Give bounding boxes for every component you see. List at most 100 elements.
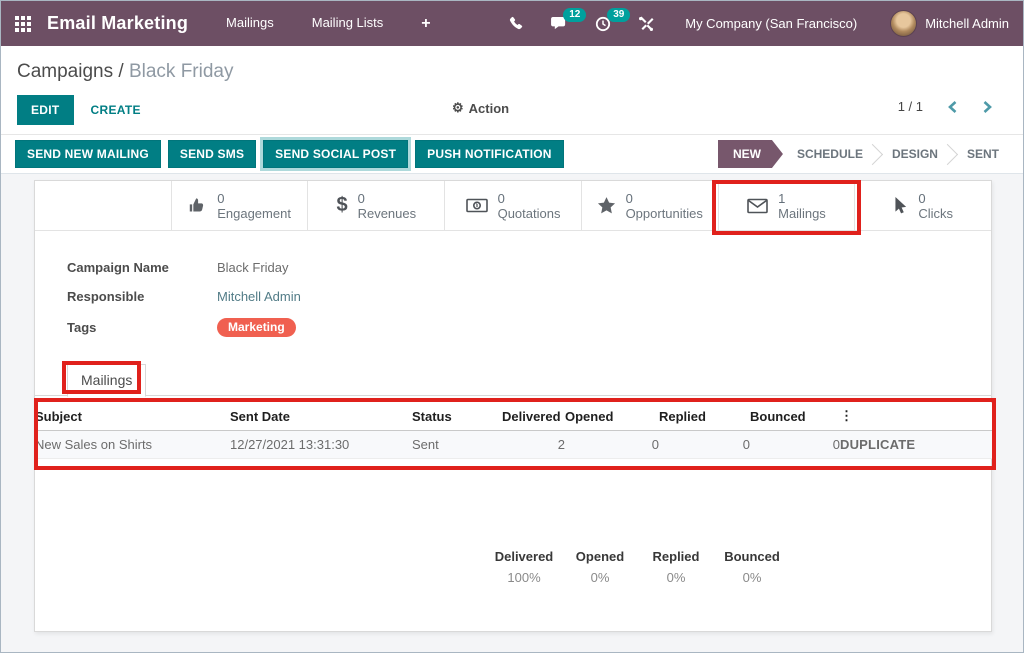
menu-mailings[interactable]: Mailings (226, 15, 274, 33)
stat-revenues[interactable]: $ 0 Revenues (308, 181, 445, 230)
stat-engagement[interactable]: 0 Engagement (172, 181, 309, 230)
notebook-divider (35, 395, 991, 396)
kpi-opened: Opened 0% (567, 549, 633, 585)
stat-label: Engagement (217, 206, 291, 221)
company-switcher[interactable]: My Company (San Francisco) (685, 16, 857, 31)
stat-value: 0 (918, 191, 953, 206)
stat-label: Opportunities (626, 206, 703, 221)
field-label: Responsible (67, 289, 217, 304)
field-responsible: Responsible Mitchell Admin (67, 289, 301, 304)
kpi-delivered: Delivered 100% (491, 549, 557, 585)
responsible-link[interactable]: Mitchell Admin (217, 289, 301, 304)
field-label: Tags (67, 320, 217, 335)
stat-text: 0 Engagement (217, 191, 291, 221)
user-name: Mitchell Admin (925, 16, 1009, 31)
gear-icon: ⚙ (452, 100, 464, 116)
action-menu[interactable]: ⚙ Action (452, 100, 509, 116)
tools-icon[interactable] (638, 16, 654, 32)
envelope-icon (747, 198, 768, 214)
stat-button-row: 0 Engagement $ 0 Revenues 0 (35, 181, 991, 231)
stat-text: 0 Quotations (498, 191, 561, 221)
stat-text: 0 Clicks (918, 191, 953, 221)
kpi-label: Delivered (491, 549, 557, 564)
thumbs-up-icon (188, 196, 207, 215)
stat-clicks[interactable]: 0 Clicks (855, 181, 991, 230)
campaign-name-value: Black Friday (217, 260, 289, 275)
stat-opportunities[interactable]: 0 Opportunities (582, 181, 719, 230)
stat-label: Mailings (778, 206, 826, 221)
col-bounced[interactable]: Bounced (750, 403, 840, 430)
send-sms-button[interactable]: SEND SMS (168, 140, 256, 168)
field-label: Campaign Name (67, 260, 217, 275)
col-subject[interactable]: Subject (35, 403, 230, 430)
apps-grid-icon[interactable] (15, 16, 31, 32)
control-panel: Campaigns / Black Friday EDIT CREATE ⚙ A… (1, 46, 1023, 135)
stage-new[interactable]: NEW (718, 140, 783, 168)
pager-count: 1 / 1 (898, 99, 923, 114)
user-menu[interactable]: Mitchell Admin (890, 10, 1009, 37)
mouse-pointer-icon (893, 197, 908, 215)
send-new-mailing-button[interactable]: SEND NEW MAILING (15, 140, 161, 168)
top-menu: Mailings Mailing Lists + (226, 15, 431, 33)
stage-schedule[interactable]: SCHEDULE (787, 140, 873, 168)
cell-subject: New Sales on Shirts (35, 430, 230, 458)
stat-empty[interactable] (35, 181, 172, 230)
app-title[interactable]: Email Marketing (47, 13, 188, 34)
button-row: EDIT CREATE ⚙ Action 1 / 1 (17, 93, 1007, 126)
breadcrumb-campaigns[interactable]: Campaigns (17, 61, 113, 82)
duplicate-button[interactable]: DUPLICATE (840, 430, 993, 458)
column-options-icon[interactable]: ⋮ (840, 403, 993, 430)
phone-icon[interactable] (509, 16, 524, 31)
table-row[interactable]: New Sales on Shirts 12/27/2021 13:31:30 … (35, 430, 993, 458)
statusbar: SEND NEW MAILING SEND SMS SEND SOCIAL PO… (1, 135, 1023, 174)
stat-mailings[interactable]: 1 Mailings (719, 181, 856, 230)
table-header-row: Subject Sent Date Status Delivered Opene… (35, 403, 993, 430)
cell-sent-date: 12/27/2021 13:31:30 (230, 430, 412, 458)
col-status[interactable]: Status (412, 403, 502, 430)
pager-previous-icon[interactable] (947, 100, 958, 114)
col-delivered[interactable]: Delivered (502, 403, 565, 430)
create-button[interactable]: CREATE (91, 103, 141, 117)
messages-icon[interactable]: 12 (551, 16, 568, 31)
kpi-value: 0% (719, 570, 785, 585)
menu-mailing-lists[interactable]: Mailing Lists (312, 15, 384, 33)
cell-delivered: 2 (502, 430, 565, 458)
kpi-value: 0% (567, 570, 633, 585)
stat-label: Clicks (918, 206, 953, 221)
star-icon (597, 197, 616, 215)
plus-icon[interactable]: + (421, 15, 430, 33)
bill-icon (466, 198, 488, 213)
tag-marketing: Marketing (217, 318, 296, 337)
kpi-bounced: Bounced 0% (719, 549, 785, 585)
kpi-label: Opened (567, 549, 633, 564)
kpi-label: Replied (643, 549, 709, 564)
stat-value: 0 (217, 191, 291, 206)
edit-button[interactable]: EDIT (17, 95, 74, 125)
avatar (890, 10, 917, 37)
field-group: Campaign Name Black Friday Responsible M… (67, 260, 301, 351)
cell-opened: 0 (565, 430, 659, 458)
send-social-post-button[interactable]: SEND SOCIAL POST (263, 140, 408, 168)
stat-quotations[interactable]: 0 Quotations (445, 181, 582, 230)
email-marketing-window: Email Marketing Mailings Mailing Lists +… (0, 0, 1024, 653)
stat-value: 0 (358, 191, 417, 206)
stage-sent[interactable]: SENT (957, 140, 1009, 168)
stage-pipeline: NEW SCHEDULE DESIGN SENT (718, 140, 1009, 168)
tab-mailings[interactable]: Mailings (67, 364, 146, 397)
action-label: Action (469, 101, 509, 116)
col-sent-date[interactable]: Sent Date (230, 403, 412, 430)
dollar-icon: $ (336, 194, 347, 217)
col-opened[interactable]: Opened (565, 403, 659, 430)
content-area: 0 Engagement $ 0 Revenues 0 (1, 174, 1023, 653)
col-replied[interactable]: Replied (659, 403, 750, 430)
cell-bounced: 0 (750, 430, 840, 458)
push-notification-button[interactable]: PUSH NOTIFICATION (415, 140, 564, 168)
breadcrumb-separator: / (118, 61, 123, 82)
stat-value: 0 (498, 191, 561, 206)
pager: 1 / 1 (898, 99, 993, 114)
stat-value: 1 (778, 191, 826, 206)
pager-next-icon[interactable] (982, 100, 993, 114)
messages-badge: 12 (563, 8, 586, 22)
activities-clock-icon[interactable]: 39 (595, 16, 611, 32)
kpi-row: Delivered 100% Opened 0% Replied 0% Boun… (491, 549, 785, 585)
